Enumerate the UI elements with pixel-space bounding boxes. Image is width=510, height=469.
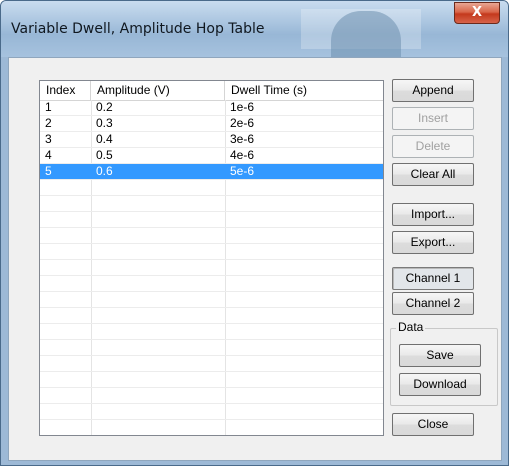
empty-row[interactable] (40, 180, 383, 196)
table-row-selected[interactable]: 5 0.6 5e-6 (40, 164, 383, 180)
cell-index: 2 (45, 116, 52, 130)
table-body: 1 0.2 1e-6 2 0.3 2e-6 3 0.4 3e-6 4 0.5 4… (40, 100, 383, 435)
table-row[interactable]: 4 0.5 4e-6 (40, 148, 383, 164)
cell-index: 5 (45, 164, 52, 178)
hop-table[interactable]: Index Amplitude (V) Dwell Time (s) 1 0.2… (39, 80, 384, 436)
empty-row[interactable] (40, 228, 383, 244)
empty-row[interactable] (40, 404, 383, 420)
download-button[interactable]: Download (399, 373, 481, 396)
dialog-window: Variable Dwell, Amplitude Hop Table X In… (0, 0, 509, 466)
cell-dwell-time: 2e-6 (230, 116, 255, 130)
empty-row[interactable] (40, 356, 383, 372)
table-row[interactable]: 3 0.4 3e-6 (40, 132, 383, 148)
column-header-dwell-time[interactable]: Dwell Time (s) (225, 81, 383, 100)
delete-button[interactable]: Delete (392, 135, 474, 158)
window-close-button[interactable]: X (454, 2, 500, 24)
import-button[interactable]: Import... (392, 203, 474, 226)
save-button[interactable]: Save (399, 344, 481, 367)
empty-row[interactable] (40, 340, 383, 356)
clear-all-button[interactable]: Clear All (392, 163, 474, 186)
export-button[interactable]: Export... (392, 231, 474, 254)
table-row[interactable]: 1 0.2 1e-6 (40, 100, 383, 116)
cell-amplitude: 0.5 (96, 148, 113, 162)
cell-amplitude: 0.2 (96, 100, 113, 114)
cell-amplitude: 0.6 (96, 164, 113, 178)
empty-row[interactable] (40, 244, 383, 260)
table-row[interactable]: 2 0.3 2e-6 (40, 116, 383, 132)
close-button[interactable]: Close (392, 413, 474, 436)
channel-2-button[interactable]: Channel 2 (392, 292, 474, 315)
cell-dwell-time: 1e-6 (230, 100, 255, 114)
title-bar[interactable]: Variable Dwell, Amplitude Hop Table X (1, 1, 508, 61)
window-title: Variable Dwell, Amplitude Hop Table (11, 21, 265, 37)
cell-index: 4 (45, 148, 52, 162)
column-header-amplitude[interactable]: Amplitude (V) (91, 81, 225, 100)
empty-row[interactable] (40, 308, 383, 324)
channel-1-button[interactable]: Channel 1 (392, 267, 474, 290)
cell-dwell-time: 4e-6 (230, 148, 255, 162)
cell-dwell-time: 3e-6 (230, 132, 255, 146)
data-group-label: Data (396, 320, 426, 334)
empty-row[interactable] (40, 196, 383, 212)
title-bar-glass-shape (331, 11, 401, 61)
table-header: Index Amplitude (V) Dwell Time (s) (40, 81, 383, 101)
empty-row[interactable] (40, 212, 383, 228)
empty-row[interactable] (40, 388, 383, 404)
cell-amplitude: 0.4 (96, 132, 113, 146)
empty-row[interactable] (40, 372, 383, 388)
empty-row[interactable] (40, 260, 383, 276)
insert-button[interactable]: Insert (392, 107, 474, 130)
column-header-index[interactable]: Index (40, 81, 91, 100)
empty-row[interactable] (40, 420, 383, 435)
dialog-client-area: Index Amplitude (V) Dwell Time (s) 1 0.2… (8, 57, 502, 461)
data-group-box: Save Download (390, 328, 498, 406)
empty-row[interactable] (40, 292, 383, 308)
empty-row[interactable] (40, 276, 383, 292)
empty-row[interactable] (40, 324, 383, 340)
cell-amplitude: 0.3 (96, 116, 113, 130)
cell-index: 3 (45, 132, 52, 146)
append-button[interactable]: Append (392, 79, 474, 102)
cell-index: 1 (45, 100, 52, 114)
cell-dwell-time: 5e-6 (230, 164, 255, 178)
